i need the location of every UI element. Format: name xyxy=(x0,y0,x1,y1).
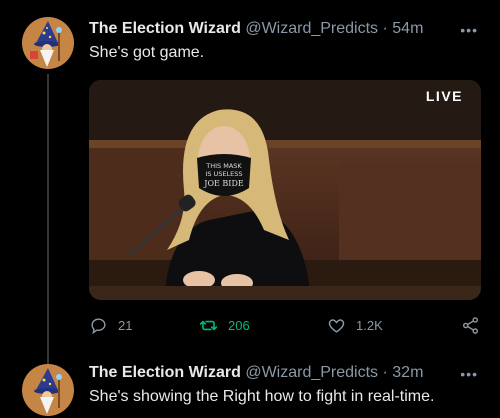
wizard-avatar-icon[interactable] xyxy=(22,17,74,69)
more-icon[interactable]: ••• xyxy=(460,22,478,38)
retweet-count: 206 xyxy=(228,318,250,333)
thread-connector-line xyxy=(47,74,49,364)
like-count: 1.2K xyxy=(356,318,383,333)
retweet-icon xyxy=(199,320,218,331)
video-frame: THIS MASK IS USELESS JOE BIDE xyxy=(89,80,481,300)
wizard-avatar-icon[interactable] xyxy=(22,364,74,416)
display-name[interactable]: The Election Wizard xyxy=(89,20,241,37)
tweet-header: The Election Wizard @Wizard_Predicts · 3… xyxy=(89,364,423,382)
more-icon[interactable]: ••• xyxy=(460,366,478,382)
retweet-button[interactable]: 206 xyxy=(199,316,250,335)
tweet-actions: 21 206 1.2K xyxy=(89,316,481,336)
mask-text-line-3: JOE BIDE xyxy=(203,179,244,188)
tweet[interactable]: The Election Wizard @Wizard_Predicts · 3… xyxy=(0,356,500,418)
reply-icon xyxy=(91,318,106,335)
timestamp[interactable]: · 32m xyxy=(383,364,424,381)
like-button[interactable]: 1.2K xyxy=(327,316,383,335)
tweet-media-video[interactable]: THIS MASK IS USELESS JOE BIDE LIVE xyxy=(89,80,481,300)
display-name[interactable]: The Election Wizard xyxy=(89,364,241,381)
tweet[interactable]: The Election Wizard @Wizard_Predicts · 5… xyxy=(0,0,500,364)
tweet-text: She's showing the Right how to fight in … xyxy=(89,388,435,405)
reply-count: 21 xyxy=(118,318,133,333)
reply-button[interactable]: 21 xyxy=(89,316,132,335)
live-badge: LIVE xyxy=(425,88,463,104)
tweet-text: She's got game. xyxy=(89,44,205,61)
share-button[interactable] xyxy=(461,316,490,335)
handle[interactable]: @Wizard_Predicts xyxy=(245,364,378,381)
mask-text-line-1: THIS MASK xyxy=(205,162,242,170)
mask-text-line-2: IS USELESS xyxy=(205,170,242,178)
timestamp[interactable]: · 54m xyxy=(383,20,424,37)
tweet-header: The Election Wizard @Wizard_Predicts · 5… xyxy=(89,20,423,38)
share-icon xyxy=(462,317,479,334)
like-icon xyxy=(328,319,345,333)
handle[interactable]: @Wizard_Predicts xyxy=(245,20,378,37)
